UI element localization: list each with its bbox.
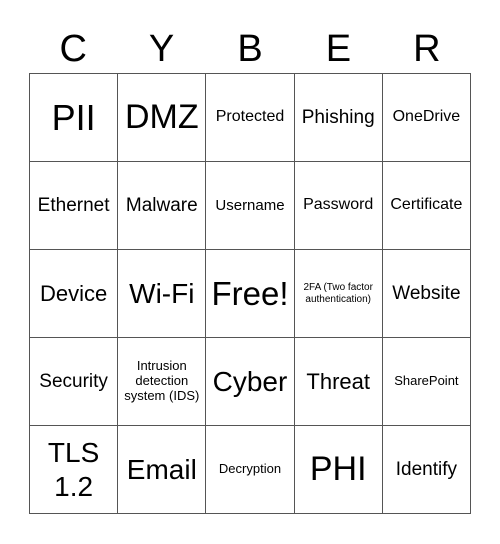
header-letter-r: R bbox=[413, 28, 441, 70]
bingo-cell[interactable]: OneDrive bbox=[382, 74, 471, 162]
bingo-cell[interactable]: Certificate bbox=[382, 162, 471, 250]
bingo-cell[interactable]: Security bbox=[30, 338, 119, 426]
bingo-cell[interactable]: Protected bbox=[206, 74, 295, 162]
bingo-cell[interactable]: SharePoint bbox=[382, 338, 471, 426]
bingo-cell[interactable]: Wi-Fi bbox=[118, 250, 207, 338]
bingo-cell[interactable]: Website bbox=[382, 250, 471, 338]
bingo-cell[interactable]: Device bbox=[30, 250, 119, 338]
bingo-cell[interactable]: PHI bbox=[294, 426, 383, 514]
bingo-cell[interactable]: Identify bbox=[382, 426, 471, 514]
header-letter-b: B bbox=[237, 28, 263, 70]
bingo-cell[interactable]: Cyber bbox=[206, 338, 295, 426]
bingo-cell[interactable]: 2FA (Two factor authentication) bbox=[294, 250, 383, 338]
bingo-cell[interactable]: Ethernet bbox=[30, 162, 119, 250]
bingo-cell[interactable]: Intrusion detection system (IDS) bbox=[118, 338, 207, 426]
bingo-cell[interactable]: Email bbox=[118, 426, 207, 514]
bingo-cell[interactable]: Decryption bbox=[206, 426, 295, 514]
bingo-cell[interactable]: Threat bbox=[294, 338, 383, 426]
bingo-cell[interactable]: PII bbox=[30, 74, 119, 162]
header-letter-c: C bbox=[59, 28, 87, 70]
bingo-cell[interactable]: Phishing bbox=[294, 74, 383, 162]
bingo-cell[interactable]: Malware bbox=[118, 162, 207, 250]
bingo-cell[interactable]: TLS 1.2 bbox=[30, 426, 119, 514]
bingo-cell[interactable]: Username bbox=[206, 162, 295, 250]
header-letter-y: Y bbox=[148, 28, 175, 70]
header-letter-e: E bbox=[325, 28, 352, 70]
bingo-grid: PII DMZ Protected Phishing OneDrive Ethe… bbox=[29, 73, 471, 514]
bingo-cell[interactable]: Password bbox=[294, 162, 383, 250]
bingo-header: C Y B E R bbox=[29, 26, 471, 72]
free-space-cell[interactable]: Free! bbox=[206, 250, 295, 338]
bingo-cell[interactable]: DMZ bbox=[118, 74, 207, 162]
